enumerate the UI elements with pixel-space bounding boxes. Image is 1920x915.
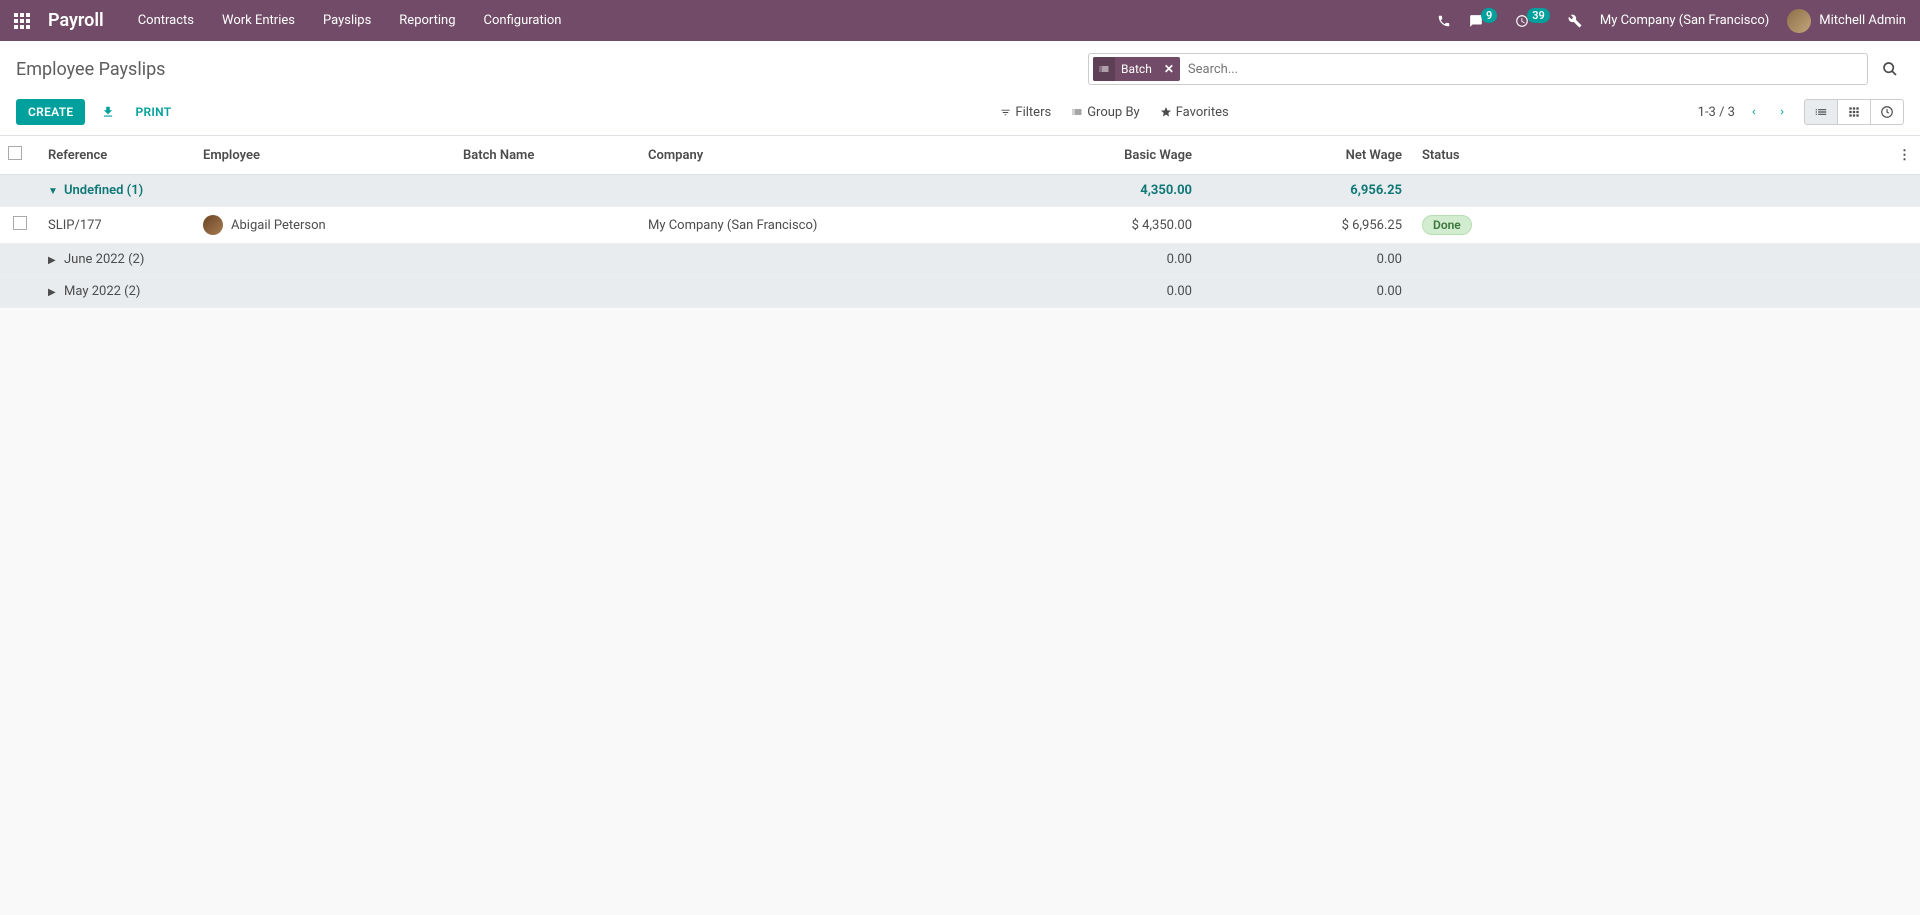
group-row[interactable]: ▶May 2022 (2)0.000.00 (0, 276, 1920, 308)
pager-next[interactable] (1773, 101, 1791, 123)
cell-batch (455, 207, 640, 244)
kanban-icon (1847, 105, 1861, 119)
col-company[interactable]: Company (640, 136, 1000, 175)
user-avatar-icon (1787, 9, 1811, 33)
messages-icon[interactable]: 9 (1469, 13, 1497, 28)
nav-payslips[interactable]: Payslips (323, 13, 371, 28)
cell-employee: Abigail Peterson (195, 207, 455, 244)
print-button[interactable]: PRINT (125, 99, 181, 125)
list-view-button[interactable] (1804, 99, 1838, 125)
select-all-checkbox[interactable] (8, 146, 22, 160)
control-panel: Employee Payslips Batch ✕ CREATE PRINT (0, 41, 1920, 136)
user-name: Mitchell Admin (1819, 13, 1906, 28)
col-reference[interactable]: Reference (40, 136, 195, 175)
star-icon (1160, 106, 1172, 118)
pager-text[interactable]: 1-3 / 3 (1698, 105, 1735, 120)
app-brand[interactable]: Payroll (48, 10, 104, 31)
search-input[interactable] (1180, 62, 1863, 77)
activity-view-button[interactable] (1870, 99, 1904, 125)
facet-remove-icon[interactable]: ✕ (1158, 62, 1180, 76)
nav-contracts[interactable]: Contracts (138, 13, 194, 28)
activities-badge: 39 (1527, 8, 1550, 23)
company-selector[interactable]: My Company (San Francisco) (1600, 13, 1769, 28)
apps-menu-icon[interactable] (14, 13, 30, 29)
pager: 1-3 / 3 (1698, 101, 1791, 123)
table-row[interactable]: SLIP/177Abigail Peterson My Company (San … (0, 207, 1920, 244)
groupby-dropdown[interactable]: Group By (1071, 105, 1140, 120)
filters-dropdown[interactable]: Filters (1000, 105, 1051, 120)
search-icon[interactable] (1876, 55, 1904, 83)
employee-avatar-icon (203, 215, 223, 235)
cell-net-wage: $ 6,956.25 (1200, 207, 1410, 244)
page-title: Employee Payslips (16, 59, 165, 80)
kanban-view-button[interactable] (1837, 99, 1871, 125)
clock-icon (1880, 105, 1894, 119)
activities-icon[interactable]: 39 (1515, 13, 1550, 28)
col-batch-name[interactable]: Batch Name (455, 136, 640, 175)
col-net-wage[interactable]: Net Wage (1200, 136, 1410, 175)
list-icon (1071, 106, 1083, 118)
nav-work-entries[interactable]: Work Entries (222, 13, 295, 28)
column-options[interactable]: ⋮ (1890, 136, 1920, 175)
create-button[interactable]: CREATE (16, 99, 85, 125)
pager-prev[interactable] (1745, 101, 1763, 123)
favorites-dropdown[interactable]: Favorites (1160, 105, 1229, 120)
group-row[interactable]: ▶June 2022 (2)0.000.00 (0, 244, 1920, 276)
list-icon (1093, 57, 1115, 81)
nav-reporting[interactable]: Reporting (399, 13, 455, 28)
facet-label: Batch (1115, 62, 1158, 76)
chevron-right-icon: ▶ (48, 287, 58, 298)
chevron-down-icon: ▼ (48, 186, 58, 197)
chevron-right-icon: ▶ (48, 255, 58, 266)
row-checkbox[interactable] (13, 216, 27, 230)
col-employee[interactable]: Employee (195, 136, 455, 175)
col-status[interactable]: Status (1410, 136, 1890, 175)
search-facet-batch: Batch ✕ (1093, 57, 1180, 81)
group-row[interactable]: ▼Undefined (1)4,350.006,956.25 (0, 175, 1920, 207)
phone-icon[interactable] (1437, 14, 1451, 28)
user-menu[interactable]: Mitchell Admin (1787, 9, 1906, 33)
status-badge: Done (1422, 215, 1472, 235)
download-button[interactable] (91, 99, 125, 125)
top-navbar: Payroll Contracts Work Entries Payslips … (0, 0, 1920, 41)
filter-icon (1000, 107, 1011, 118)
search-box[interactable]: Batch ✕ (1088, 53, 1868, 85)
cell-company: My Company (San Francisco) (640, 207, 1000, 244)
messages-badge: 9 (1481, 8, 1497, 23)
list-icon (1814, 105, 1828, 119)
cell-reference: SLIP/177 (40, 207, 195, 244)
debug-icon[interactable] (1568, 14, 1582, 28)
nav-configuration[interactable]: Configuration (484, 13, 562, 28)
cell-basic-wage: $ 4,350.00 (1000, 207, 1200, 244)
payslips-table: Reference Employee Batch Name Company Ba… (0, 136, 1920, 308)
col-basic-wage[interactable]: Basic Wage (1000, 136, 1200, 175)
